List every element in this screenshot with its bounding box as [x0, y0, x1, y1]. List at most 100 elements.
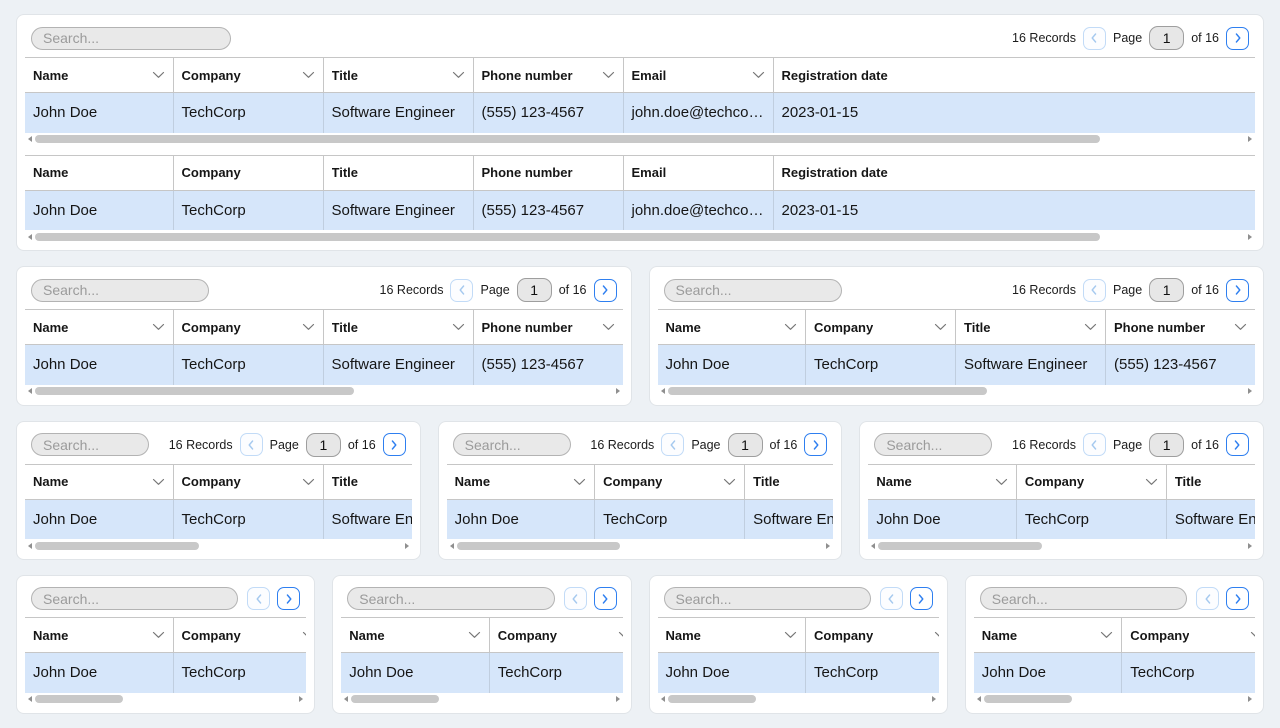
search-input[interactable] [347, 587, 554, 610]
prev-page-button[interactable] [450, 279, 473, 302]
next-page-button[interactable] [1226, 433, 1249, 456]
page-number-input[interactable] [1149, 433, 1184, 457]
column-header[interactable]: Name [868, 464, 1016, 499]
prev-page-button[interactable] [564, 587, 587, 610]
next-page-button[interactable] [910, 587, 933, 610]
search-input[interactable] [31, 587, 238, 610]
horizontal-scrollbar[interactable] [447, 541, 834, 550]
column-header[interactable]: Company [173, 618, 306, 653]
column-header[interactable]: Company [806, 310, 956, 345]
search-input[interactable] [664, 279, 842, 302]
scroll-left-arrow-icon[interactable] [28, 543, 32, 549]
prev-page-button[interactable] [1083, 27, 1106, 50]
column-header[interactable]: Name [25, 618, 173, 653]
scrollbar-thumb[interactable] [35, 542, 199, 550]
scrollbar-thumb[interactable] [457, 542, 621, 550]
scroll-right-arrow-icon[interactable] [932, 696, 936, 702]
table-row[interactable]: John DoeTechCorpSoftware Engineer(555) 1… [25, 190, 1255, 230]
column-header[interactable]: Name [658, 310, 806, 345]
scroll-left-arrow-icon[interactable] [344, 696, 348, 702]
column-header[interactable]: Company [595, 464, 745, 499]
search-input[interactable] [664, 587, 871, 610]
scroll-right-arrow-icon[interactable] [1248, 388, 1252, 394]
scroll-left-arrow-icon[interactable] [977, 696, 981, 702]
column-header[interactable]: Name [25, 58, 173, 93]
prev-page-button[interactable] [880, 587, 903, 610]
search-input[interactable] [453, 433, 571, 456]
scrollbar-thumb[interactable] [35, 387, 354, 395]
next-page-button[interactable] [594, 279, 617, 302]
table-row[interactable]: John DoeTechCorpSoftware Engineer(555) 1… [341, 653, 622, 693]
prev-page-button[interactable] [1083, 279, 1106, 302]
horizontal-scrollbar[interactable] [25, 695, 306, 704]
scrollbar-thumb[interactable] [984, 695, 1072, 703]
horizontal-scrollbar[interactable] [658, 387, 1256, 396]
scroll-right-arrow-icon[interactable] [1248, 136, 1252, 142]
next-page-button[interactable] [1226, 279, 1249, 302]
prev-page-button[interactable] [240, 433, 263, 456]
column-header[interactable]: Title [745, 464, 834, 499]
search-input[interactable] [874, 433, 992, 456]
column-header[interactable]: Title [323, 58, 473, 93]
scroll-right-arrow-icon[interactable] [826, 543, 830, 549]
scroll-right-arrow-icon[interactable] [405, 543, 409, 549]
table-row[interactable]: John DoeTechCorpSoftware Engineer(555) 1… [974, 653, 1255, 693]
column-header[interactable]: Title [956, 310, 1106, 345]
next-page-button[interactable] [594, 587, 617, 610]
column-header[interactable]: Name [658, 618, 806, 653]
scroll-left-arrow-icon[interactable] [450, 543, 454, 549]
scroll-left-arrow-icon[interactable] [28, 234, 32, 240]
scroll-right-arrow-icon[interactable] [616, 696, 620, 702]
scrollbar-thumb[interactable] [35, 135, 1100, 143]
scrollbar-thumb[interactable] [878, 542, 1042, 550]
column-header[interactable]: Phone number [473, 310, 623, 345]
scroll-left-arrow-icon[interactable] [28, 388, 32, 394]
scrollbar-thumb[interactable] [35, 233, 1100, 241]
prev-page-button[interactable] [1196, 587, 1219, 610]
column-header[interactable]: Company [489, 618, 622, 653]
page-number-input[interactable] [306, 433, 341, 457]
scroll-left-arrow-icon[interactable] [871, 543, 875, 549]
table-row[interactable]: John DoeTechCorpSoftware Engineer(555) 1… [25, 93, 1255, 133]
table-row[interactable]: John DoeTechCorpSoftware Engineer(555) 1… [25, 499, 412, 539]
scrollbar-thumb[interactable] [351, 695, 439, 703]
scroll-left-arrow-icon[interactable] [28, 696, 32, 702]
column-header[interactable]: Company [173, 58, 323, 93]
horizontal-scrollbar[interactable] [868, 541, 1255, 550]
scroll-left-arrow-icon[interactable] [28, 136, 32, 142]
scrollbar-thumb[interactable] [668, 695, 756, 703]
column-header[interactable]: Title [323, 464, 412, 499]
table-row[interactable]: John DoeTechCorpSoftware Engineer(555) 1… [447, 499, 834, 539]
column-header[interactable]: Title [1166, 464, 1255, 499]
column-header[interactable]: Company [173, 464, 323, 499]
page-number-input[interactable] [1149, 26, 1184, 50]
page-number-input[interactable] [728, 433, 763, 457]
scrollbar-thumb[interactable] [668, 387, 987, 395]
column-header[interactable]: Email [623, 58, 773, 93]
scroll-right-arrow-icon[interactable] [1248, 543, 1252, 549]
page-number-input[interactable] [1149, 278, 1184, 302]
horizontal-scrollbar[interactable] [974, 695, 1255, 704]
table-row[interactable]: John DoeTechCorpSoftware Engineer(555) 1… [25, 653, 306, 693]
search-input[interactable] [980, 587, 1187, 610]
column-header[interactable]: Phone number [1106, 310, 1256, 345]
next-page-button[interactable] [1226, 27, 1249, 50]
column-header[interactable]: Company [806, 618, 939, 653]
horizontal-scrollbar[interactable] [341, 695, 622, 704]
table-row[interactable]: John DoeTechCorpSoftware Engineer(555) 1… [658, 653, 939, 693]
page-number-input[interactable] [517, 278, 552, 302]
horizontal-scrollbar[interactable] [658, 695, 939, 704]
horizontal-scrollbar[interactable] [25, 135, 1255, 144]
next-page-button[interactable] [383, 433, 406, 456]
scroll-right-arrow-icon[interactable] [616, 388, 620, 394]
column-header[interactable]: Registration date [773, 58, 1255, 93]
column-header[interactable]: Name [25, 310, 173, 345]
scroll-right-arrow-icon[interactable] [1248, 234, 1252, 240]
search-input[interactable] [31, 27, 231, 50]
column-header[interactable]: Phone number [473, 58, 623, 93]
search-input[interactable] [31, 279, 209, 302]
scrollbar-thumb[interactable] [35, 695, 123, 703]
next-page-button[interactable] [804, 433, 827, 456]
column-header[interactable]: Name [974, 618, 1122, 653]
horizontal-scrollbar[interactable] [25, 232, 1255, 241]
